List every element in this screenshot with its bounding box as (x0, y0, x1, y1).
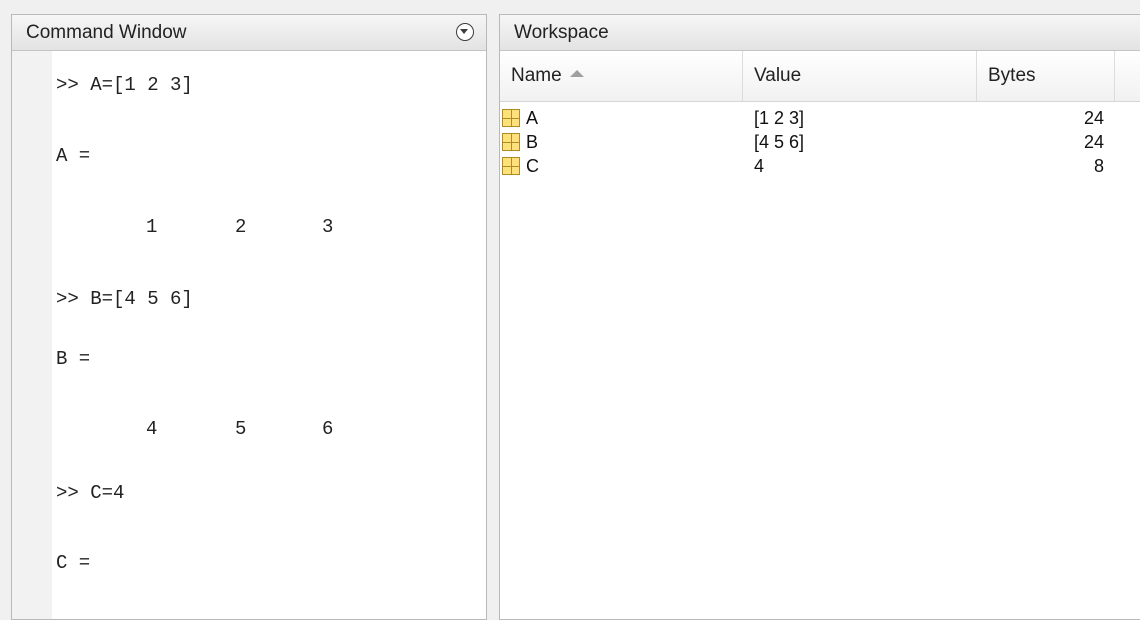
variable-row[interactable]: A [1 2 3] 24 (500, 106, 1140, 130)
panel-menu-icon[interactable] (456, 23, 474, 41)
column-header-value-label: Value (754, 65, 802, 86)
variable-name: A (526, 108, 539, 128)
command-window-title: Command Window (26, 22, 187, 43)
column-header-name[interactable]: Name (500, 51, 743, 101)
output-value: 2 (235, 216, 247, 238)
output-value: 6 (322, 418, 334, 440)
variable-bytes: 8 (1093, 156, 1104, 176)
command-window-panel: Command Window >> A=[1 2 3] A = 1 2 3 >>… (11, 14, 487, 620)
command-line: >> B=[4 5 6] (56, 288, 193, 310)
command-window-titlebar: Command Window (12, 15, 486, 51)
output-line: A = (56, 145, 91, 167)
output-value: 5 (235, 418, 247, 440)
variable-row[interactable]: C 4 8 (500, 154, 1140, 178)
command-line: >> A=[1 2 3] (56, 74, 193, 96)
variable-bytes: 24 (1083, 132, 1104, 152)
workspace-panel: Workspace Name Value Bytes A [1 2 3] 24 … (499, 14, 1140, 620)
output-value: 4 (146, 418, 158, 440)
variable-row[interactable]: B [4 5 6] 24 (500, 130, 1140, 154)
workspace-table-header: Name Value Bytes (500, 51, 1140, 102)
variable-value: 4 (754, 156, 765, 176)
output-line: B = (56, 348, 91, 370)
matrix-icon (502, 133, 520, 151)
sort-ascending-icon (569, 70, 584, 78)
workspace-titlebar: Workspace (500, 15, 1140, 51)
matrix-icon (502, 109, 520, 127)
workspace-title: Workspace (514, 22, 609, 43)
output-line: C = (56, 552, 91, 574)
column-header-bytes-label: Bytes (988, 65, 1036, 86)
column-header-name-label: Name (511, 65, 562, 86)
output-value: 1 (146, 216, 158, 238)
command-window-gutter (12, 51, 52, 619)
variable-name: B (526, 132, 539, 152)
command-line: >> C=4 (56, 482, 125, 504)
command-window-output[interactable]: >> A=[1 2 3] A = 1 2 3 >> B=[4 5 6] B = … (52, 51, 486, 619)
variable-name: C (526, 156, 539, 176)
variable-value: [1 2 3] (754, 108, 805, 128)
variable-bytes: 24 (1083, 108, 1104, 128)
output-value: 3 (322, 216, 334, 238)
variable-value: [4 5 6] (754, 132, 805, 152)
column-header-bytes[interactable]: Bytes (977, 51, 1115, 101)
column-header-value[interactable]: Value (743, 51, 977, 101)
matrix-icon (502, 157, 520, 175)
